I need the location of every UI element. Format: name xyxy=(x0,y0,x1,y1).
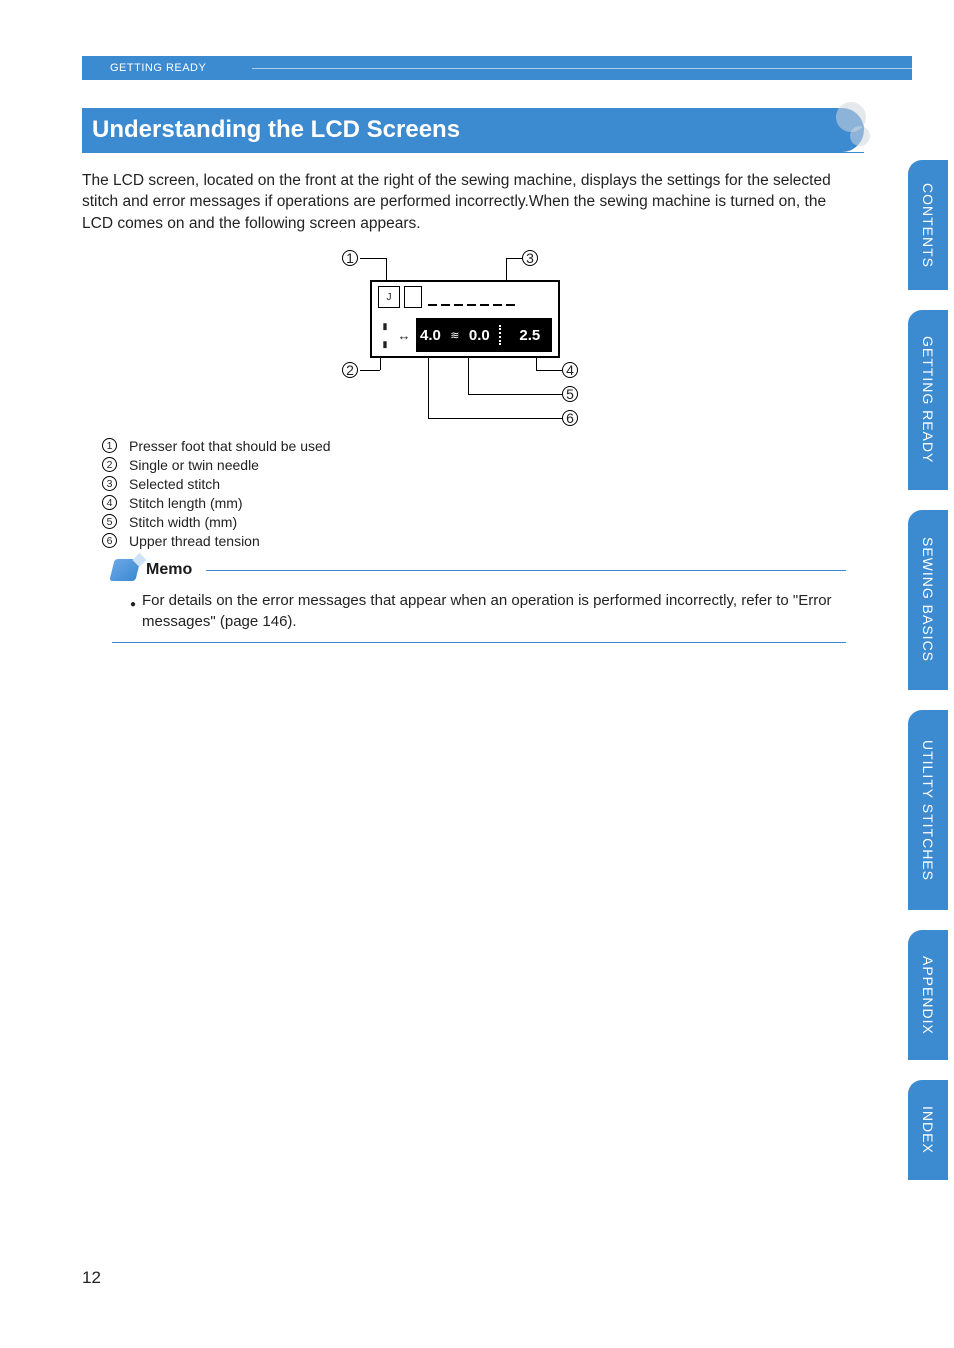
lead-line xyxy=(506,258,522,259)
legend-text: Presser foot that should be used xyxy=(129,438,331,454)
tab-index[interactable]: INDEX xyxy=(908,1080,948,1180)
tab-sewing-basics[interactable]: SEWING BASICS xyxy=(908,510,948,690)
legend-number: 6 xyxy=(102,533,117,548)
legend-text: Stitch length (mm) xyxy=(129,495,243,511)
memo-icon xyxy=(109,559,140,581)
legend-number: 1 xyxy=(102,438,117,453)
diagram-legend: 1 Presser foot that should be used 2 Sin… xyxy=(102,436,331,550)
legend-item: 1 Presser foot that should be used xyxy=(102,436,331,455)
stitch-row-dashes xyxy=(428,286,552,308)
running-header-text: GETTING READY xyxy=(110,62,206,74)
legend-item: 4 Stitch length (mm) xyxy=(102,493,331,512)
legend-number: 4 xyxy=(102,495,117,510)
legend-item: 5 Stitch width (mm) xyxy=(102,512,331,531)
intro-paragraph: The LCD screen, located on the front at … xyxy=(82,170,848,234)
tab-getting-ready[interactable]: GETTING READY xyxy=(908,310,948,490)
memo-text: For details on the error messages that a… xyxy=(142,590,846,632)
lead-line xyxy=(428,418,562,419)
legend-item: 2 Single or twin needle xyxy=(102,455,331,474)
memo-rule xyxy=(206,570,846,571)
width-icon: ↔ xyxy=(392,318,416,352)
memo-title: Memo xyxy=(146,561,192,579)
running-header: GETTING READY xyxy=(82,56,912,80)
title-underline xyxy=(82,152,864,153)
tension-icon: ≋ xyxy=(445,318,465,352)
tab-contents[interactable]: CONTENTS xyxy=(908,160,948,290)
needle-indicator: ▮▮ xyxy=(378,318,392,352)
lead-line xyxy=(536,356,537,370)
side-tabs: CONTENTS GETTING READY SEWING BASICS UTI… xyxy=(908,160,948,1200)
lead-line xyxy=(360,258,386,259)
legend-text: Selected stitch xyxy=(129,476,220,492)
legend-number: 3 xyxy=(102,476,117,491)
lead-line xyxy=(428,356,429,418)
section-title-bar: Understanding the LCD Screens xyxy=(82,108,864,152)
lcd-width-value: 4.0 xyxy=(416,318,445,352)
legend-number: 5 xyxy=(102,514,117,529)
legend-item: 3 Selected stitch xyxy=(102,474,331,493)
lead-line xyxy=(468,394,562,395)
callout-3: 3 xyxy=(522,250,538,266)
lcd-mid-value: 0.0 xyxy=(465,318,494,352)
tab-appendix[interactable]: APPENDIX xyxy=(908,930,948,1060)
memo-box: Memo For details on the error messages t… xyxy=(112,556,846,643)
lead-line xyxy=(360,370,380,371)
lcd-length-value: 2.5 xyxy=(508,318,552,352)
tab-utility-stitches[interactable]: UTILITY STITCHES xyxy=(908,710,948,910)
title-decoration xyxy=(830,108,874,152)
stitch-preview-icon xyxy=(404,286,422,308)
legend-text: Single or twin needle xyxy=(129,457,259,473)
section-title-text: Understanding the LCD Screens xyxy=(92,116,460,144)
presser-foot-icon: J xyxy=(378,286,400,308)
lead-line xyxy=(536,370,562,371)
callout-1: 1 xyxy=(342,250,358,266)
page-number: 12 xyxy=(82,1268,101,1288)
bullet-icon xyxy=(130,590,142,632)
callout-6: 6 xyxy=(562,410,578,426)
callout-2: 2 xyxy=(342,362,358,378)
callout-4: 4 xyxy=(562,362,578,378)
lead-line xyxy=(468,356,469,394)
callout-5: 5 xyxy=(562,386,578,402)
length-icon xyxy=(494,318,508,352)
legend-text: Upper thread tension xyxy=(129,533,260,549)
legend-number: 2 xyxy=(102,457,117,472)
legend-text: Stitch width (mm) xyxy=(129,514,237,530)
legend-item: 6 Upper thread tension xyxy=(102,531,331,550)
memo-bottom-rule xyxy=(112,642,846,643)
lcd-screen: J ▮▮ ↔ 4.0 ≋ 0.0 2.5 xyxy=(370,280,560,358)
lcd-diagram: 1 3 2 J ▮▮ ↔ 4.0 ≋ xyxy=(300,244,620,434)
